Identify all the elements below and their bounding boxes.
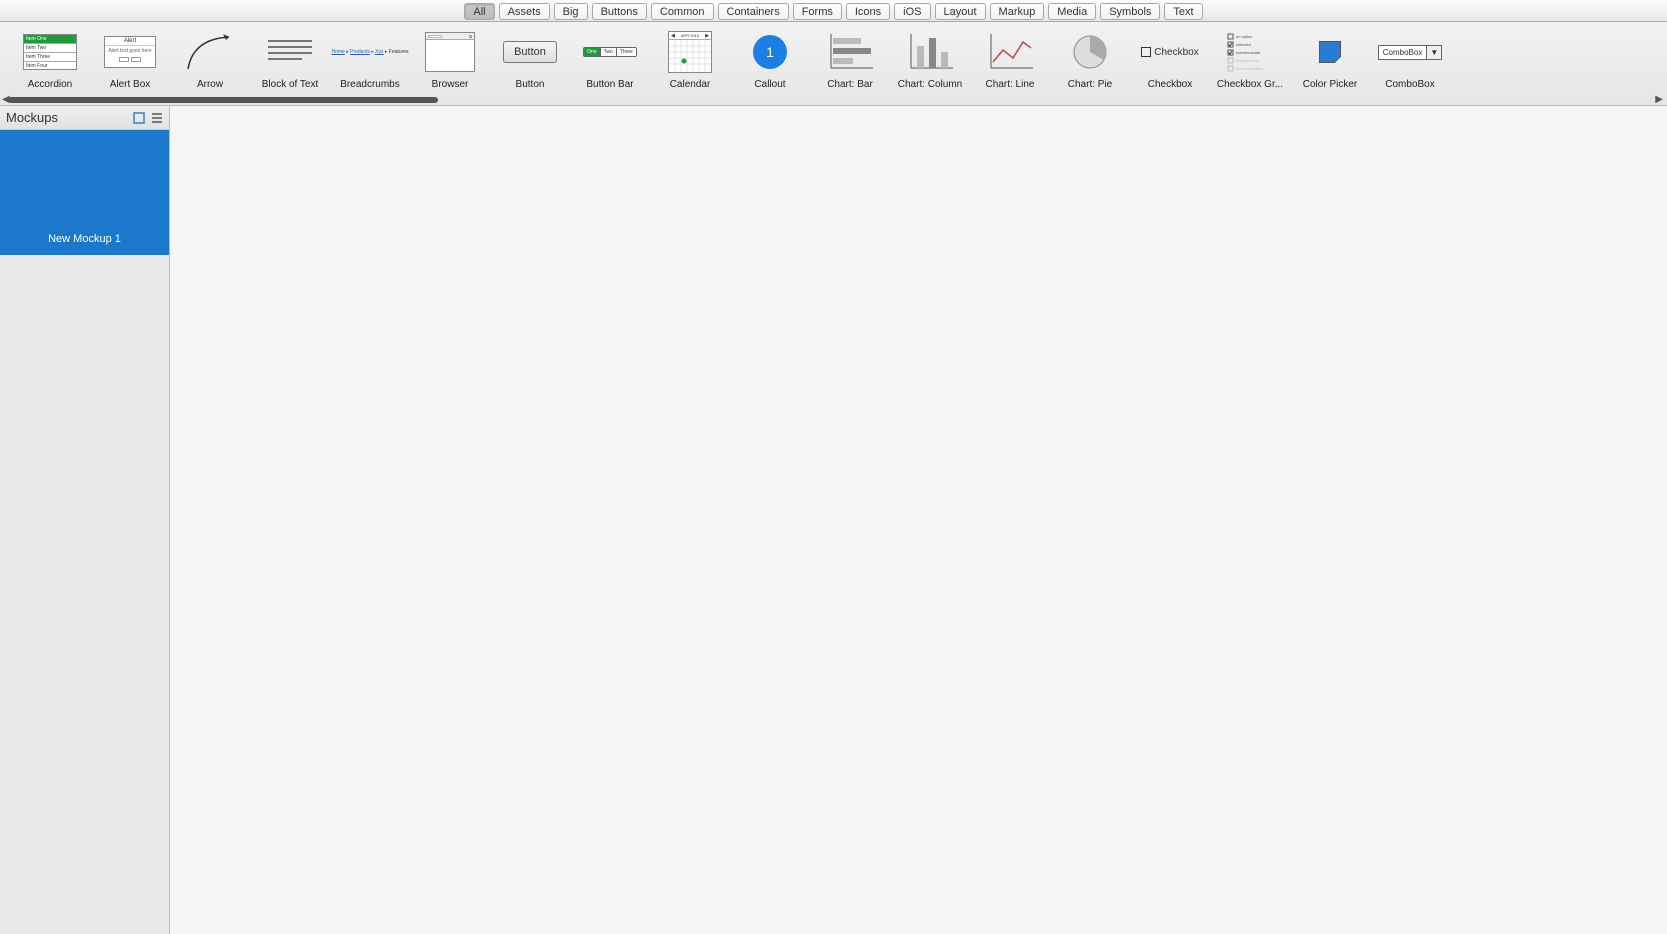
chart-column-icon bbox=[900, 28, 960, 76]
sidebar-header: Mockups bbox=[0, 106, 169, 130]
filter-forms[interactable]: Forms bbox=[793, 3, 842, 20]
filter-symbols[interactable]: Symbols bbox=[1100, 3, 1160, 20]
svg-text:selected: selected bbox=[1236, 42, 1251, 47]
chart-bar-icon bbox=[820, 28, 880, 76]
color-picker-icon bbox=[1300, 28, 1360, 76]
calendar-icon: ◀ APR 2016 ▶ bbox=[660, 28, 720, 76]
checkbox-group-icon: an option selected indeterminate disable… bbox=[1220, 28, 1280, 76]
shelf-item-label: Button Bar bbox=[586, 79, 633, 90]
main-area: Mockups New Mockup 1 bbox=[0, 106, 1667, 934]
mockups-sidebar: Mockups New Mockup 1 bbox=[0, 106, 170, 934]
filter-layout[interactable]: Layout bbox=[935, 3, 986, 20]
shelf-item-label: Color Picker bbox=[1303, 79, 1357, 90]
shelf-item-label: ComboBox bbox=[1385, 79, 1434, 90]
filter-text[interactable]: Text bbox=[1164, 3, 1202, 20]
svg-text:not a checkbox: not a checkbox bbox=[1236, 66, 1263, 71]
filter-assets[interactable]: Assets bbox=[499, 3, 550, 20]
shelf-item-browser[interactable]: Browser bbox=[410, 28, 490, 90]
alert-box-icon: Alert Alert text goes here bbox=[100, 28, 160, 76]
shelf-item-label: Calendar bbox=[670, 79, 711, 90]
checkbox-icon: Checkbox bbox=[1140, 28, 1200, 76]
shelf-item-arrow[interactable]: Arrow bbox=[170, 28, 250, 90]
shelf-item-chart-column[interactable]: Chart: Column bbox=[890, 28, 970, 90]
shelf-item-button-bar[interactable]: One Two Three Button Bar bbox=[570, 28, 650, 90]
svg-text:an option: an option bbox=[1236, 34, 1252, 39]
button-bar-icon: One Two Three bbox=[580, 28, 640, 76]
filter-containers[interactable]: Containers bbox=[718, 3, 789, 20]
canvas[interactable] bbox=[170, 106, 1667, 934]
shelf-item-label: Alert Box bbox=[110, 79, 151, 90]
filter-markup[interactable]: Markup bbox=[990, 3, 1045, 20]
shelf-item-chart-bar[interactable]: Chart: Bar bbox=[810, 28, 890, 90]
filter-buttons[interactable]: Buttons bbox=[592, 3, 647, 20]
sidebar-list-view-icon[interactable] bbox=[151, 112, 163, 124]
filter-bar: All Assets Big Buttons Common Containers… bbox=[0, 0, 1667, 22]
shelf-item-color-picker[interactable]: Color Picker bbox=[1290, 28, 1370, 90]
component-shelf: ◀ Item One Item Two Item Three Item Four… bbox=[0, 22, 1667, 106]
shelf-scrollbar[interactable] bbox=[8, 97, 438, 103]
filter-icons[interactable]: Icons bbox=[846, 3, 890, 20]
shelf-item-label: Arrow bbox=[197, 79, 223, 90]
shelf-item-label: Checkbox bbox=[1148, 79, 1192, 90]
shelf-item-label: Button bbox=[516, 79, 545, 90]
shelf-item-chart-line[interactable]: Chart: Line bbox=[970, 28, 1050, 90]
shelf-item-label: Chart: Line bbox=[986, 79, 1035, 90]
shelf-item-label: Block of Text bbox=[262, 79, 319, 90]
shelf-item-checkbox-group[interactable]: an option selected indeterminate disable… bbox=[1210, 28, 1290, 90]
combobox-icon: ComboBox ▼ bbox=[1380, 28, 1440, 76]
sidebar-title: Mockups bbox=[6, 110, 133, 125]
breadcrumbs-icon: Home ▸ Products ▸ Xyz ▸ Features bbox=[340, 28, 400, 76]
chart-line-icon bbox=[980, 28, 1040, 76]
filter-ios[interactable]: iOS bbox=[894, 3, 930, 20]
filter-all[interactable]: All bbox=[464, 3, 494, 20]
browser-icon bbox=[420, 28, 480, 76]
shelf-item-label: Callout bbox=[754, 79, 785, 90]
shelf-item-button[interactable]: Button Button bbox=[490, 28, 570, 90]
shelf-item-label: Browser bbox=[432, 79, 469, 90]
block-of-text-icon bbox=[260, 28, 320, 76]
accordion-icon: Item One Item Two Item Three Item Four bbox=[20, 28, 80, 76]
shelf-item-label: Chart: Bar bbox=[827, 79, 873, 90]
svg-text:indeterminate: indeterminate bbox=[1236, 50, 1261, 55]
shelf-item-label: Chart: Column bbox=[898, 79, 962, 90]
shelf-item-checkbox[interactable]: Checkbox Checkbox bbox=[1130, 28, 1210, 90]
shelf-item-breadcrumbs[interactable]: Home ▸ Products ▸ Xyz ▸ Features Breadcr… bbox=[330, 28, 410, 90]
callout-icon: 1 bbox=[740, 28, 800, 76]
filter-media[interactable]: Media bbox=[1048, 3, 1096, 20]
svg-text:disabled one: disabled one bbox=[1236, 58, 1259, 63]
shelf-scroll-right-icon[interactable]: ▶ bbox=[1655, 94, 1663, 105]
shelf-item-accordion[interactable]: Item One Item Two Item Three Item Four A… bbox=[10, 28, 90, 90]
shelf-item-label: Breadcrumbs bbox=[340, 79, 399, 90]
filter-big[interactable]: Big bbox=[554, 3, 588, 20]
shelf-item-callout[interactable]: 1 Callout bbox=[730, 28, 810, 90]
shelf-item-alert-box[interactable]: Alert Alert text goes here Alert Box bbox=[90, 28, 170, 90]
arrow-icon bbox=[180, 28, 240, 76]
shelf-item-combobox[interactable]: ComboBox ▼ ComboBox bbox=[1370, 28, 1450, 90]
mockup-thumbnail[interactable]: New Mockup 1 bbox=[0, 130, 169, 255]
shelf-item-label: Checkbox Gr... bbox=[1217, 79, 1283, 90]
shelf-item-label: Accordion bbox=[28, 79, 72, 90]
shelf-item-label: Chart: Pie bbox=[1068, 79, 1112, 90]
chart-pie-icon bbox=[1060, 28, 1120, 76]
mockup-thumbnail-label: New Mockup 1 bbox=[48, 233, 121, 245]
shelf-item-chart-pie[interactable]: Chart: Pie bbox=[1050, 28, 1130, 90]
button-icon: Button bbox=[500, 28, 560, 76]
sidebar-grid-view-icon[interactable] bbox=[133, 112, 145, 124]
shelf-item-calendar[interactable]: ◀ APR 2016 ▶ Calendar bbox=[650, 28, 730, 90]
filter-common[interactable]: Common bbox=[651, 3, 714, 20]
shelf-item-block-of-text[interactable]: Block of Text bbox=[250, 28, 330, 90]
